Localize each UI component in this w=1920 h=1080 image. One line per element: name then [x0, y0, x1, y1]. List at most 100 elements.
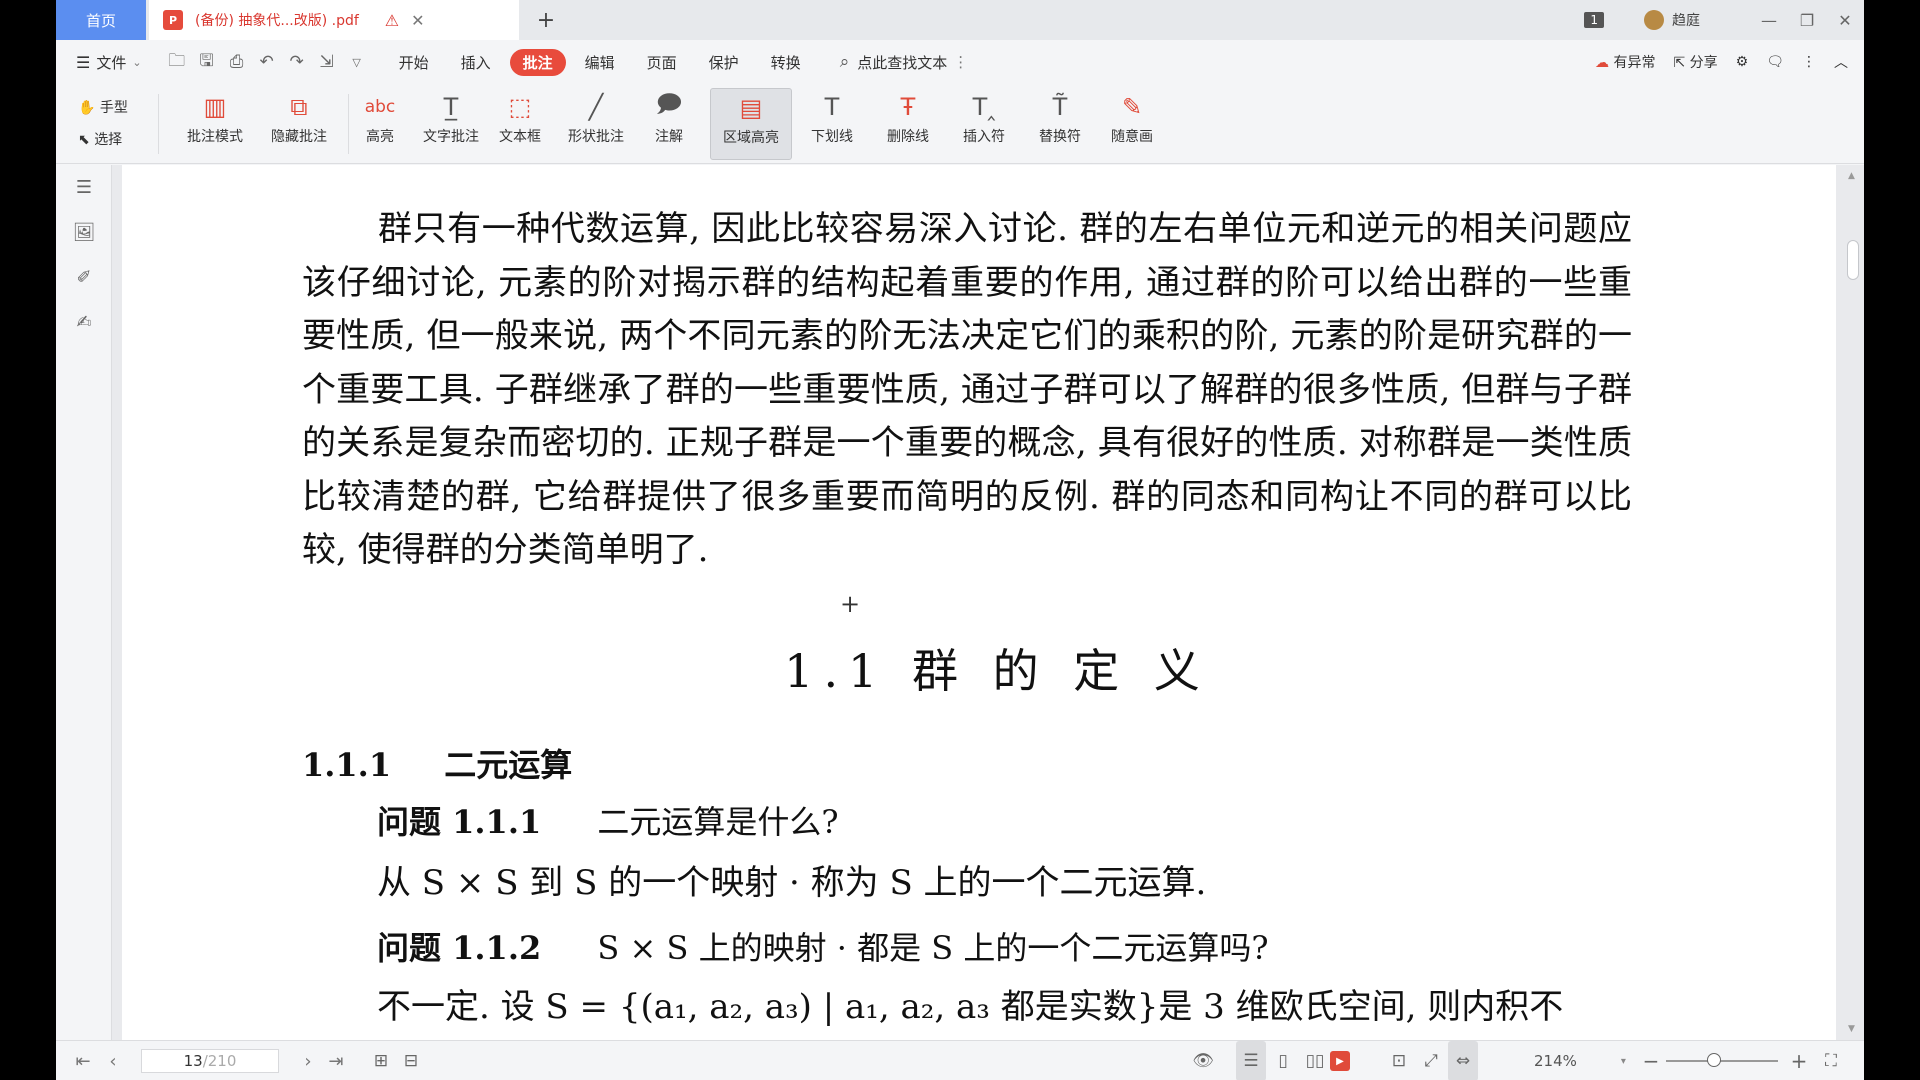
thumbnail-icon[interactable]: 🖼 [56, 210, 112, 255]
extract-page-icon[interactable]: ⊟ [396, 1041, 426, 1080]
subsection-heading: 1.1.1 二元运算 [302, 740, 572, 786]
undo-icon[interactable]: ↶ [252, 52, 282, 72]
signature-icon[interactable]: ✍ [56, 300, 112, 345]
next-page-icon[interactable]: › [293, 1041, 323, 1080]
note-label: 注解 [655, 129, 683, 145]
minimize-icon[interactable]: — [1750, 11, 1788, 30]
question-2-text: S × S 上的映射 · 都是 S 上的一个二元运算吗? [597, 929, 1269, 967]
more-options-icon[interactable]: ⋮ [1802, 54, 1816, 70]
document-viewport[interactable]: 群只有一种代数运算, 因此比较容易深入讨论. 群的左右单位元和逆元的相关问题应该… [112, 165, 1864, 1040]
prev-page-icon[interactable]: ‹ [98, 1041, 128, 1080]
underline-button[interactable]: T 下划线 [800, 88, 864, 160]
hide-annotation-icon: ⧉ [290, 93, 308, 121]
scroll-up-icon[interactable]: ▲ [1848, 171, 1855, 181]
scroll-down-icon[interactable]: ▼ [1848, 1024, 1855, 1034]
continuous-view-icon[interactable]: ☰ [1236, 1041, 1266, 1080]
tab-insert[interactable]: 插入 [448, 49, 504, 76]
annotation-mode-button[interactable]: ▥ 批注模式 [180, 88, 250, 160]
tab-edit[interactable]: 编辑 [572, 49, 628, 76]
outline-icon[interactable]: ☰ [56, 165, 112, 210]
play-slideshow-icon[interactable]: ▶ [1330, 1051, 1350, 1071]
ribbon-tabs: 开始 插入 批注 编辑 页面 保护 转换 [386, 48, 820, 76]
close-tab-icon[interactable]: ✕ [411, 11, 424, 30]
question-1-label: 问题 1.1.1 [377, 803, 542, 841]
hide-annotation-button[interactable]: ⧉ 隐藏批注 [264, 88, 334, 160]
restore-icon[interactable]: ❐ [1788, 11, 1826, 30]
print-icon[interactable]: ⎙ [222, 52, 252, 72]
textbox-button[interactable]: ⬚ 文本框 [492, 88, 548, 160]
tab-annotate[interactable]: 批注 [509, 48, 566, 76]
fit-width-icon[interactable]: ⇔ [1448, 1041, 1478, 1080]
comment-icon[interactable]: 🗨 [1766, 54, 1784, 70]
single-page-icon[interactable]: ▯ [1268, 1041, 1298, 1080]
textbox-label: 文本框 [499, 129, 541, 145]
file-menu-label: 文件 [96, 53, 127, 72]
area-highlight-button[interactable]: ▤ 区域高亮 [710, 88, 792, 160]
new-tab-icon[interactable]: + [526, 0, 566, 40]
zoom-select[interactable]: 214% ▾ [1534, 1041, 1626, 1080]
export-icon[interactable]: ⇲ [312, 52, 342, 72]
textbox-icon: ⬚ [508, 93, 532, 121]
tab-start[interactable]: 开始 [386, 49, 442, 76]
highlight-button[interactable]: abc 高亮 [356, 88, 404, 160]
replace-caret-button[interactable]: T̃ 替换符 [1028, 88, 1092, 160]
question-1-text: 二元运算是什么? [597, 803, 839, 841]
zoom-in-icon[interactable]: + [1784, 1041, 1814, 1080]
tab-convert[interactable]: 转换 [758, 49, 814, 76]
hide-annotation-label: 隐藏批注 [271, 129, 327, 145]
avatar[interactable] [1644, 10, 1664, 30]
freehand-button[interactable]: ✎ 随意画 [1100, 88, 1164, 160]
zoom-slider-knob[interactable] [1707, 1053, 1722, 1067]
annotation-list-icon[interactable]: ✐ [56, 255, 112, 300]
fit-page-icon[interactable]: ⤢ [1416, 1041, 1446, 1080]
eye-protection-icon[interactable]: 👁 [1188, 1041, 1218, 1080]
insert-caret-button[interactable]: T‸ 插入符 [952, 88, 1016, 160]
page-number-input[interactable]: 13/210 [141, 1049, 279, 1073]
first-page-icon[interactable]: ⇤ [68, 1041, 98, 1080]
user-name[interactable]: 趋庭 [1672, 10, 1700, 30]
settings-gear-icon[interactable]: ⚙ [1736, 54, 1749, 70]
vertical-scrollbar[interactable]: ▲ ▼ [1842, 165, 1864, 1040]
strikethrough-button[interactable]: Ŧ 删除线 [876, 88, 940, 160]
scrollbar-thumb[interactable] [1847, 240, 1859, 280]
tab-document-label: (备份) 抽象代...改版) .pdf [195, 13, 359, 29]
more-vertical-icon[interactable]: ⋮ [953, 53, 968, 71]
share-button[interactable]: ⇱ 分享 [1673, 52, 1717, 72]
find-text-button[interactable]: ⌕ 点此查找文本 ⋮ [840, 52, 969, 73]
share-label: 分享 [1689, 55, 1718, 71]
add-page-icon[interactable]: ⊞ [366, 1041, 396, 1080]
fullscreen-icon[interactable]: ⛶ [1816, 1041, 1846, 1080]
text-annotation-icon: T̲ [443, 93, 459, 121]
tab-page[interactable]: 页面 [634, 49, 690, 76]
redo-icon[interactable]: ↷ [282, 52, 312, 72]
status-bar: ⇤ ‹ 13/210 › ⇥ ⊞ ⊟ 👁 ☰ ▯ ▯▯ ▶ ⊡ ⤢ ⇔ 214%… [56, 1040, 1864, 1080]
area-highlight-icon: ▤ [739, 94, 763, 122]
file-menu[interactable]: ☰ 文件 ⌄ [76, 52, 142, 73]
open-folder-icon[interactable]: 🗀 [162, 48, 192, 77]
sync-status-button[interactable]: ☁ 有异常 [1595, 52, 1655, 72]
warning-icon[interactable]: ⚠ [385, 11, 399, 30]
collapse-ribbon-icon[interactable]: ︿ [1834, 52, 1848, 72]
text-annotation-button[interactable]: T̲ 文字批注 [416, 88, 486, 160]
quick-access-dropdown-icon[interactable]: ▽ [342, 56, 372, 69]
zoom-slider[interactable] [1666, 1053, 1778, 1067]
tab-document[interactable]: P (备份) 抽象代...改版) .pdf ⚠ ✕ [149, 0, 519, 40]
actual-size-icon[interactable]: ⊡ [1384, 1041, 1414, 1080]
annotation-mode-label: 批注模式 [187, 129, 243, 145]
window-count-badge[interactable]: 1 [1584, 12, 1604, 28]
close-window-icon[interactable]: ✕ [1826, 11, 1864, 30]
last-page-icon[interactable]: ⇥ [321, 1041, 351, 1080]
tab-protect[interactable]: 保护 [696, 49, 752, 76]
pdf-page[interactable]: 群只有一种代数运算, 因此比较容易深入讨论. 群的左右单位元和逆元的相关问题应该… [122, 165, 1836, 1040]
shape-annotation-button[interactable]: ╱ 形状批注 [558, 88, 634, 160]
save-icon[interactable]: 🖫 [192, 48, 222, 77]
underline-icon: T [824, 93, 840, 121]
sync-status-label: 有异常 [1613, 55, 1656, 71]
hand-tool-button[interactable]: ✋ 手型 [78, 92, 128, 124]
note-button[interactable]: 🗩 注解 [642, 88, 696, 160]
menu-right-actions: ☁ 有异常 ⇱ 分享 ⚙ 🗨 ⋮ ︿ [1595, 40, 1848, 84]
tab-home[interactable]: 首页 [56, 0, 146, 40]
select-tool-button[interactable]: ⬉ 选择 [78, 124, 128, 156]
zoom-out-icon[interactable]: − [1636, 1041, 1666, 1080]
double-page-icon[interactable]: ▯▯ [1300, 1041, 1330, 1080]
